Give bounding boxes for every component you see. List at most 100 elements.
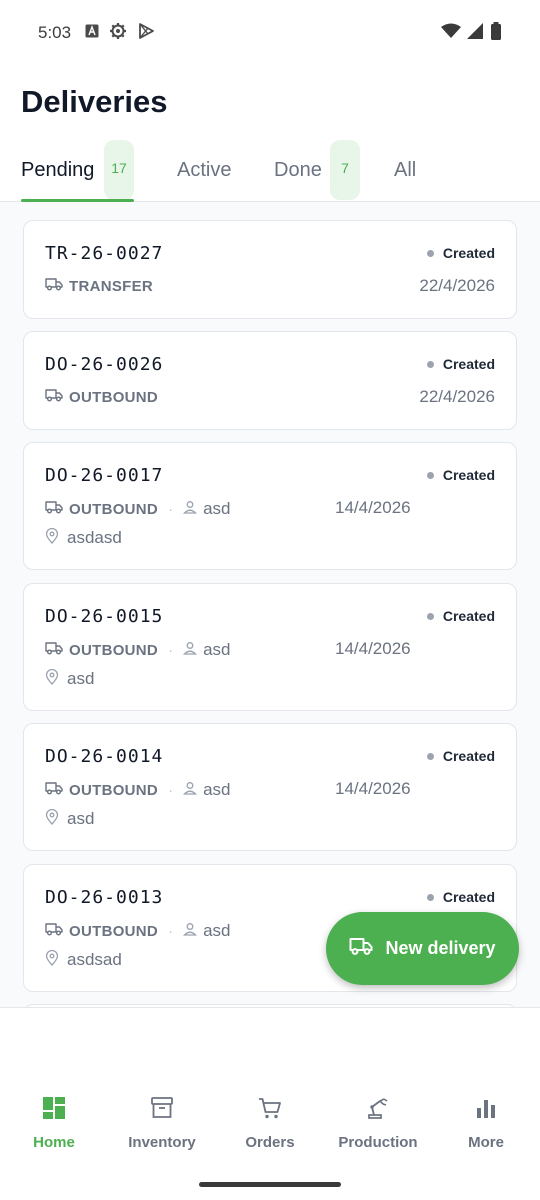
delivery-code: DO-26-0013 [45,887,164,908]
nav-label: Orders [245,1134,295,1151]
delivery-type: OUTBOUND [69,781,159,799]
location-pin-icon [45,527,59,548]
truck-icon [45,500,63,518]
bar-chart-icon [474,1096,498,1124]
status-dot [426,360,434,368]
tab-label: All [394,159,417,181]
tab-all[interactable]: All [394,140,416,201]
truck-icon [45,922,63,940]
delivery-card[interactable]: DO-26-0017 Created OUTBOUND · asd 14/4/2… [23,442,517,570]
robot-arm-icon [366,1096,390,1124]
archive-box-icon [150,1096,174,1124]
tab-pending[interactable]: Pending [21,140,94,201]
person-icon [182,500,198,518]
location-pin-icon [45,668,59,689]
status-badge: Created [426,748,495,764]
tab-done-badge: 7 [330,140,360,200]
status-badge: Created [426,245,495,261]
dashboard-icon [42,1096,66,1124]
status-bar: 5:03 [0,0,540,66]
truck-icon [45,781,63,799]
status-badge: Created [426,356,495,372]
delivery-code: DO-26-0014 [45,746,164,767]
delivery-location: asd [67,809,95,828]
delivery-type: OUTBOUND [69,388,159,406]
delivery-person: asd [203,640,231,659]
status-text: Created [442,608,495,624]
separator-dot: · [168,922,174,940]
person-icon [182,781,198,799]
separator-dot: · [168,500,174,518]
nav-label: Production [338,1134,418,1151]
truck-icon [349,937,385,960]
delivery-date: 14/4/2026 [335,498,411,517]
delivery-card[interactable]: DO-26-0014 Created OUTBOUND · asd 14/4/2… [23,723,517,851]
delivery-card[interactable]: TR-26-0027 Created TRANSFER 22/4/2026 [23,220,517,319]
separator-dot: · [168,641,174,659]
separator-dot: · [168,781,174,799]
new-delivery-button[interactable]: New delivery [326,912,519,985]
person-icon [182,641,198,659]
delivery-code: TR-26-0027 [45,243,164,264]
status-text: Created [442,245,495,261]
status-dot [426,471,434,479]
nav-orders[interactable]: Orders [216,1096,324,1151]
status-badge: Created [426,889,495,905]
delivery-type: OUTBOUND [69,500,159,518]
cell-signal-icon [467,22,484,44]
truck-icon [45,277,63,295]
battery-icon [490,21,502,45]
tab-label: Pending [21,159,95,181]
status-badge: Created [426,467,495,483]
delivery-person: asd [203,921,231,940]
home-indicator[interactable] [199,1182,341,1187]
nav-label: More [468,1134,504,1151]
play-store-icon [137,22,155,45]
status-time: 5:03 [38,23,72,42]
shopping-cart-icon [258,1096,282,1124]
tab-done[interactable]: Done [274,140,322,201]
new-delivery-label: New delivery [385,938,496,958]
delivery-date: 14/4/2026 [335,639,411,658]
nav-more[interactable]: More [432,1096,540,1151]
delivery-location: asd [67,669,95,688]
delivery-person: asd [203,780,231,799]
person-icon [182,922,198,940]
bottom-navigation: Home Inventory Orders Production More [0,1008,540,1200]
tab-label: Active [177,159,232,181]
status-text: Created [442,467,495,483]
delivery-type: OUTBOUND [69,922,159,940]
nav-production[interactable]: Production [324,1096,432,1151]
notification-a-icon [85,24,99,43]
nav-inventory[interactable]: Inventory [108,1096,216,1151]
status-dot [426,249,434,257]
settings-gear-icon [109,22,127,45]
status-dot [426,612,434,620]
status-dot [426,752,434,760]
status-dot [426,893,434,901]
tab-pending-badge: 17 [104,140,134,200]
delivery-code: DO-26-0017 [45,465,164,486]
delivery-location: asdsad [67,950,122,969]
delivery-type: TRANSFER [69,277,154,295]
delivery-card[interactable]: DO-26-0026 Created OUTBOUND 22/4/2026 [23,331,517,430]
nav-label: Inventory [128,1134,196,1151]
status-text: Created [442,748,495,764]
delivery-card[interactable]: DO-26-0015 Created OUTBOUND · asd 14/4/2… [23,583,517,711]
delivery-date: 14/4/2026 [335,779,411,798]
tab-active[interactable]: Active [177,140,231,201]
delivery-type: OUTBOUND [69,641,159,659]
delivery-list[interactable]: TR-26-0027 Created TRANSFER 22/4/2026 DO… [0,202,540,1008]
location-pin-icon [45,808,59,829]
tab-label: Done [274,159,322,181]
truck-icon [45,388,63,406]
location-pin-icon [45,949,59,970]
status-text: Created [442,889,495,905]
delivery-location: asdasd [67,528,122,547]
delivery-code: DO-26-0015 [45,606,164,627]
status-text: Created [442,356,495,372]
wifi-icon [441,23,461,44]
status-badge: Created [426,608,495,624]
nav-home[interactable]: Home [0,1096,108,1151]
truck-icon [45,641,63,659]
